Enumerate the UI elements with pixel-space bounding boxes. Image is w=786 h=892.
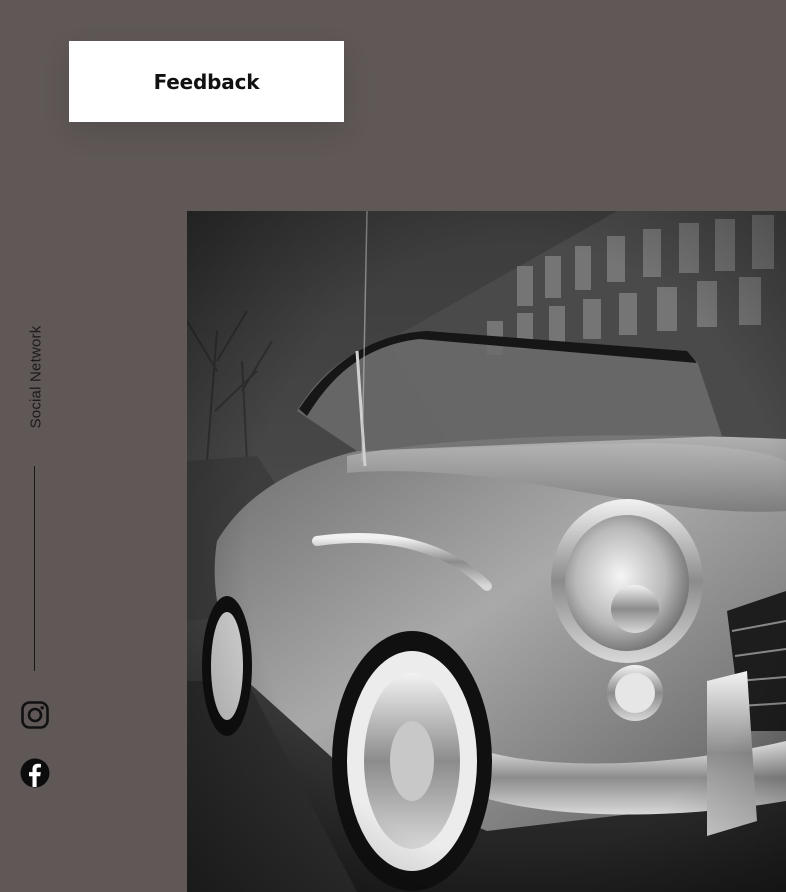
social-network-label: Social Network	[27, 325, 45, 429]
instagram-glyph	[21, 701, 49, 729]
feedback-button[interactable]: Feedback	[69, 41, 344, 122]
hero-car-photo	[187, 211, 786, 892]
facebook-icon[interactable]	[20, 758, 50, 788]
social-divider	[34, 466, 35, 671]
car-illustration	[187, 211, 786, 892]
facebook-glyph	[20, 758, 50, 788]
instagram-icon[interactable]	[20, 700, 50, 730]
